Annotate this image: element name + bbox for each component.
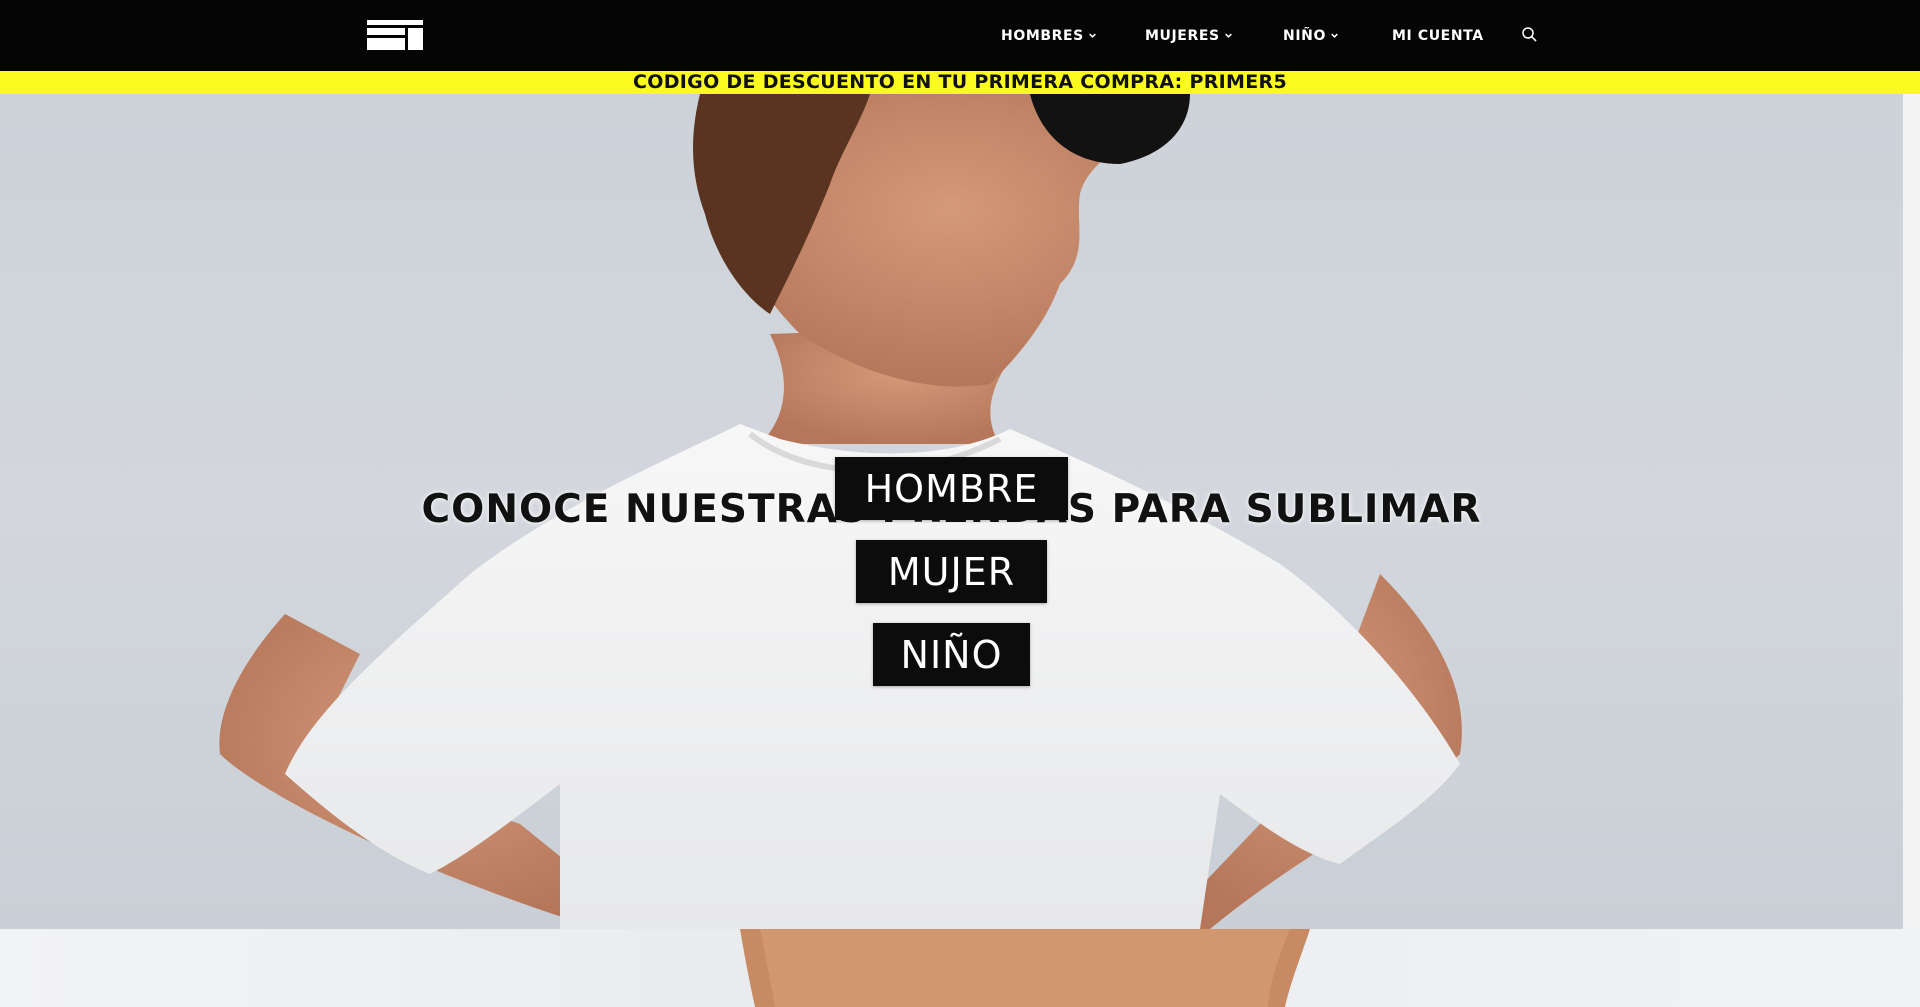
nav-item-mi-cuenta[interactable]: MI CUENTA: [1392, 0, 1484, 71]
nav-item-mi-cuenta-label: MI CUENTA: [1392, 27, 1484, 44]
nav-item-hombres-label: HOMBRES: [1001, 27, 1084, 44]
chevron-down-icon: [1089, 33, 1096, 38]
nino-button[interactable]: NIÑO: [873, 623, 1030, 686]
main-nav: HOMBRES MUJERES NIÑO MI CUENTA: [0, 0, 1920, 71]
nav-item-mujeres-label: MUJERES: [1145, 27, 1220, 44]
promo-banner: CODIGO DE DESCUENTO EN TU PRIMERA COMPRA…: [0, 71, 1920, 94]
search-icon[interactable]: [1521, 26, 1539, 44]
mujer-button[interactable]: MUJER: [856, 540, 1047, 603]
promo-text: CODIGO DE DESCUENTO EN TU PRIMERA COMPRA…: [633, 71, 1287, 93]
scrollbar-gutter: [1903, 94, 1920, 929]
next-section-banner: [0, 929, 1920, 1007]
nav-item-hombres[interactable]: HOMBRES: [1001, 0, 1096, 71]
hombre-button[interactable]: HOMBRE: [835, 457, 1068, 520]
nav-item-mujeres[interactable]: MUJERES: [1145, 0, 1232, 71]
chevron-down-icon: [1224, 33, 1232, 38]
nav-item-nino[interactable]: NIÑO: [1283, 0, 1338, 71]
next-section-photo: [740, 929, 1310, 1007]
site-header: HOMBRES MUJERES NIÑO MI CUENTA: [0, 0, 1920, 71]
chevron-down-icon: [1331, 33, 1338, 38]
nav-item-nino-label: NIÑO: [1283, 27, 1326, 44]
